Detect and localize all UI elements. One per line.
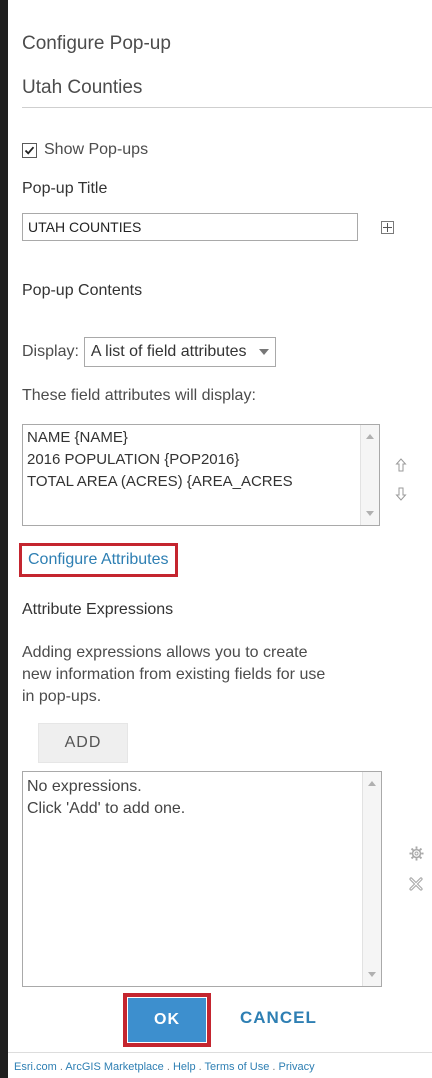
scroll-down-icon[interactable]	[366, 511, 374, 516]
add-expression-button[interactable]: ADD	[38, 723, 128, 763]
empty-message-line: Click 'Add' to add one.	[27, 800, 186, 817]
list-item[interactable]: 2016 POPULATION {POP2016}	[27, 449, 357, 471]
footer-link-marketplace[interactable]: ArcGIS Marketplace	[65, 1061, 163, 1073]
show-popups-row[interactable]: Show Pop-ups	[22, 141, 148, 159]
expressions-description: Adding expressions allows you to create …	[22, 642, 325, 708]
description-line: Adding expressions allows you to create	[22, 644, 308, 661]
plus-icon[interactable]	[381, 221, 394, 234]
delete-icon[interactable]	[409, 877, 423, 891]
cancel-button[interactable]: CANCEL	[240, 1008, 317, 1028]
footer-link-privacy[interactable]: Privacy	[279, 1061, 315, 1073]
empty-message-line: No expressions.	[27, 778, 142, 795]
scrollbar[interactable]	[362, 772, 381, 986]
panel-title: Configure Pop-up	[22, 33, 171, 54]
popup-contents-heading: Pop-up Contents	[22, 282, 143, 299]
field-attributes-list[interactable]: NAME {NAME} 2016 POPULATION {POP2016} TO…	[22, 424, 380, 526]
footer-link-help[interactable]: Help	[173, 1061, 196, 1073]
list-item[interactable]: NAME {NAME}	[27, 427, 357, 449]
chevron-down-icon	[258, 349, 269, 355]
display-select-value: A list of field attributes	[90, 343, 247, 360]
scroll-up-icon[interactable]	[366, 434, 374, 439]
description-line: new information from existing fields for…	[22, 666, 326, 683]
move-down-icon[interactable]	[395, 487, 407, 501]
scroll-down-icon[interactable]	[368, 972, 376, 977]
list-item[interactable]: TOTAL AREA (ACRES) {AREA_ACRES	[27, 471, 357, 493]
footer-separator: .	[163, 1061, 173, 1073]
expressions-list[interactable]: No expressions. Click 'Add' to add one.	[22, 771, 382, 987]
footer-separator: .	[269, 1061, 279, 1073]
divider	[22, 107, 432, 108]
configure-popup-panel: Configure Pop-up Utah Counties Show Pop-…	[8, 0, 432, 1078]
popup-title-heading: Pop-up Title	[22, 180, 108, 197]
checkbox-icon[interactable]	[22, 142, 37, 158]
layer-name: Utah Counties	[22, 77, 143, 98]
gear-icon[interactable]	[409, 846, 424, 861]
popup-title-input[interactable]: UTAH COUNTIES	[22, 213, 358, 241]
attribute-expressions-heading: Attribute Expressions	[22, 601, 174, 618]
ok-button[interactable]: OK	[128, 998, 206, 1042]
scrollbar[interactable]	[360, 425, 379, 525]
display-select[interactable]: A list of field attributes	[83, 337, 276, 367]
display-row: Display: A list of field attributes	[22, 337, 276, 367]
footer-link-terms[interactable]: Terms of Use	[205, 1061, 270, 1073]
show-popups-label: Show Pop-ups	[44, 141, 149, 158]
footer-link-esri[interactable]: Esri.com	[14, 1061, 57, 1073]
configure-attributes-link[interactable]: Configure Attributes	[19, 543, 178, 577]
description-line: in pop-ups.	[22, 688, 102, 705]
footer-separator: .	[195, 1061, 205, 1073]
display-label: Display:	[22, 343, 79, 360]
scroll-up-icon[interactable]	[368, 781, 376, 786]
fields-caption: These field attributes will display:	[22, 387, 256, 404]
footer: Esri.com . ArcGIS Marketplace . Help . T…	[8, 1052, 432, 1078]
move-up-icon[interactable]	[395, 458, 407, 472]
